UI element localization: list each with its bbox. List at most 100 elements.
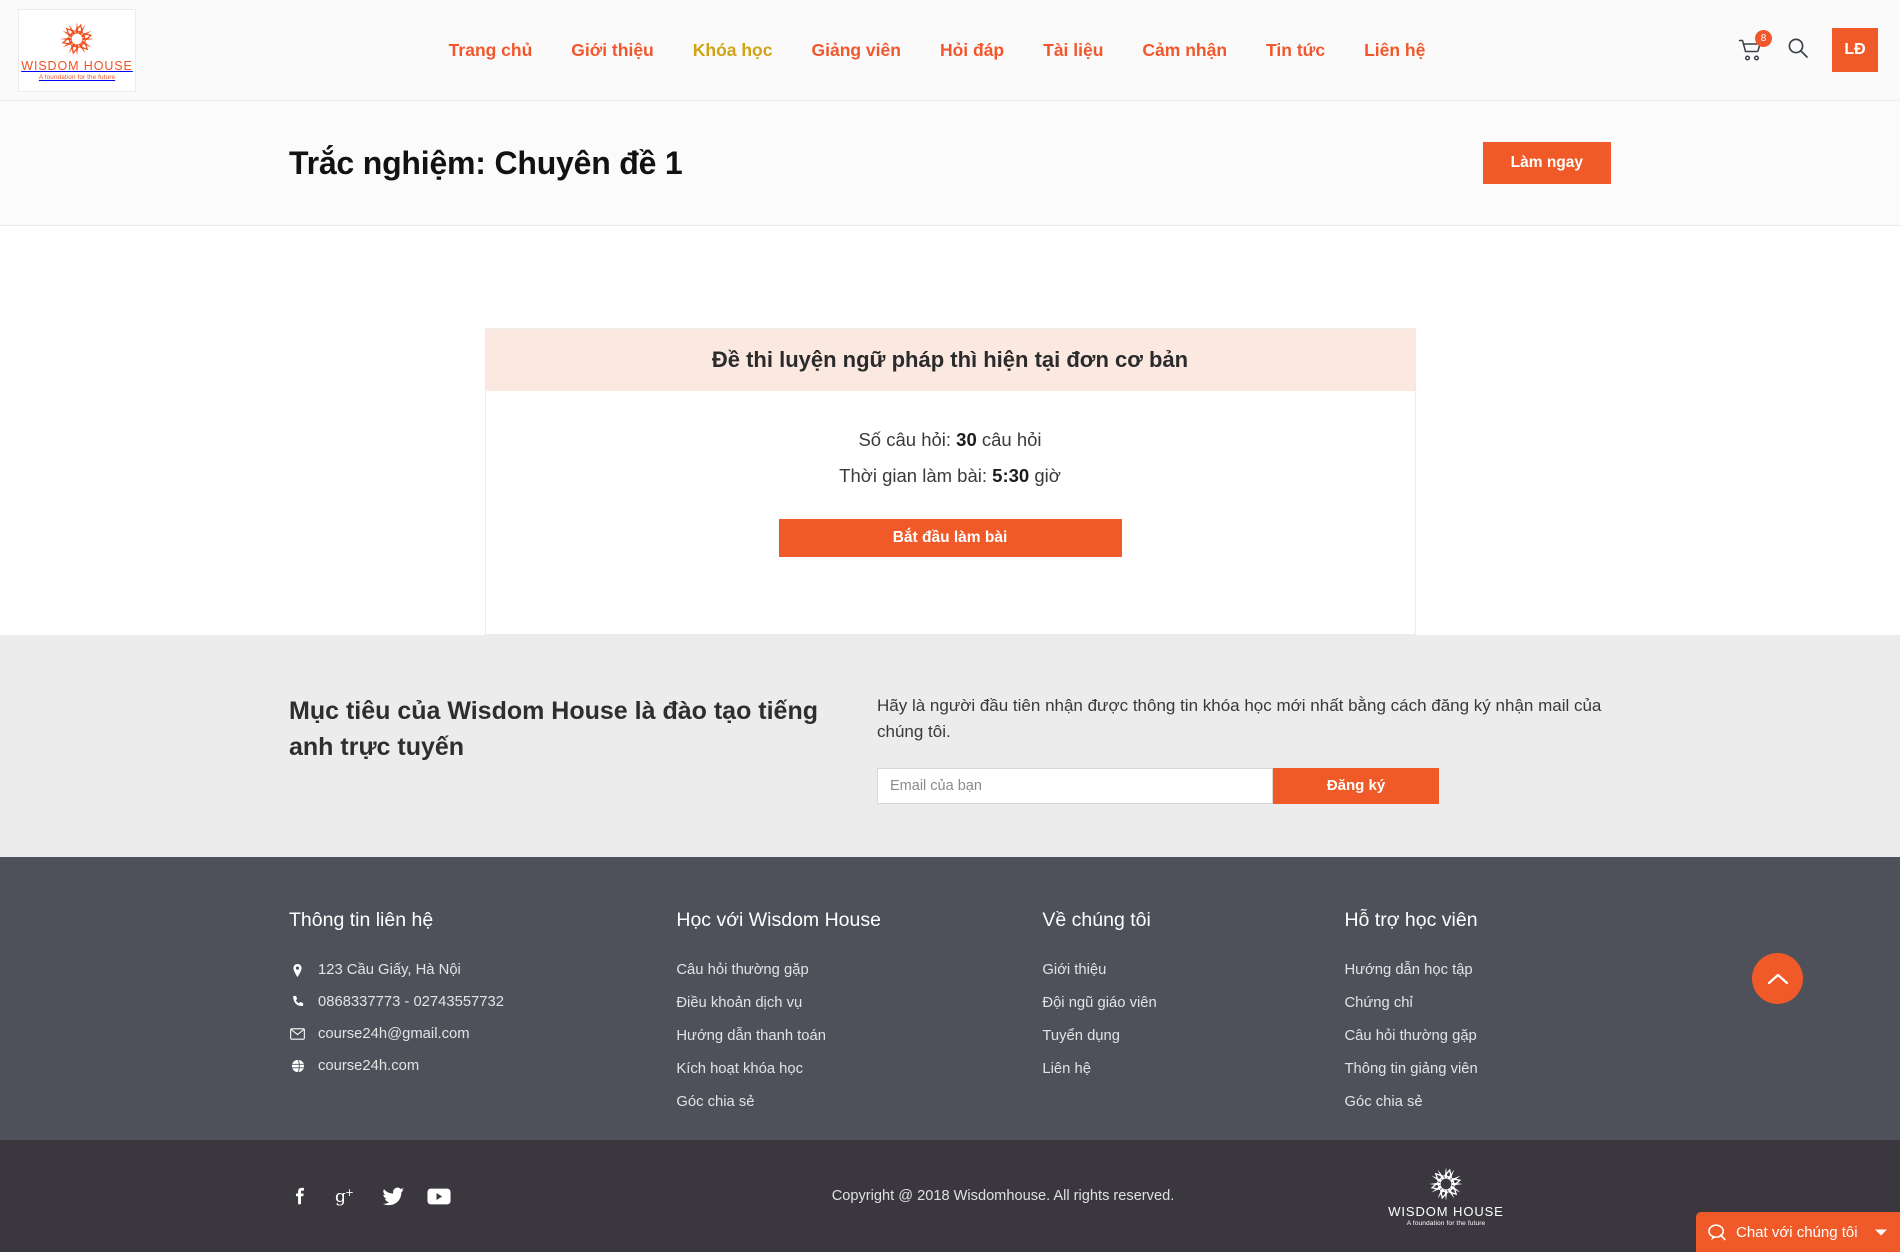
main-navigation: Trang chủ Giới thiệu Khóa học Giảng viên… [136,40,1738,61]
footer-learn-link-5[interactable]: Góc chia sẻ [676,1094,1042,1110]
cart-button[interactable]: 8 [1738,30,1772,63]
nav-item-hoi-dap[interactable]: Hỏi đáp [940,40,1004,61]
logo-wordmark: WISDOM HOUSE [21,58,133,73]
quiz-duration-label: Thời gian làm bài: [839,465,988,486]
youtube-link[interactable] [427,1184,451,1208]
quiz-duration-row: Thời gian làm bài: 5:30 giờ [486,465,1415,487]
quiz-duration-value: 5:30 [992,465,1030,486]
quiz-question-count-row: Số câu hỏi: 30 câu hỏi [486,429,1415,451]
quiz-question-count-label: Số câu hỏi: [858,429,952,450]
footer-support-link-3[interactable]: Câu hỏi thường gặp [1344,1028,1611,1044]
newsletter-left: Mục tiêu của Wisdom House là đào tạo tiế… [289,693,865,857]
footer-learn-link-4[interactable]: Kích hoạt khóa học [676,1061,1042,1077]
facebook-link[interactable] [289,1184,313,1208]
footer-learn-link-2[interactable]: Điều khoản dịch vụ [676,995,1042,1011]
main-content: Đề thi luyện ngữ pháp thì hiện tại đơn c… [0,226,1900,635]
nav-item-lien-he[interactable]: Liên hệ [1364,40,1425,61]
footer-contact-website-text: course24h.com [318,1058,420,1074]
search-icon [1788,38,1808,58]
page-title: Trắc nghiệm: Chuyên đề 1 [289,144,683,181]
footer-contact-email: course24h@gmail.com [289,1026,676,1042]
footer-learn-link-1[interactable]: Câu hỏi thường gặp [676,962,1042,978]
footer-column-support: Hỗ trợ học viên Hướng dẫn học tập Chứng … [1344,909,1611,1140]
quiz-title: Đề thi luyện ngữ pháp thì hiện tại đơn c… [711,347,1189,372]
globe-icon [289,1058,306,1074]
nav-item-tin-tuc[interactable]: Tin tức [1266,40,1325,61]
language-switch-button[interactable]: LĐ [1832,28,1878,72]
newsletter-description: Hãy là người đầu tiên nhận được thông ti… [877,696,1602,742]
quiz-question-count-value: 30 [956,429,977,450]
footer-contact-phone-text: 0868337773 - 02743557732 [318,994,504,1010]
newsletter-heading: Mục tiêu của Wisdom House là đào tạo tiế… [289,697,819,762]
footer-contact-address: 123 Cầu Giấy, Hà Nội [289,962,676,978]
google-plus-link[interactable]: g + [335,1184,359,1208]
footer-about-link-2[interactable]: Đội ngũ giáo viên [1042,995,1344,1011]
phone-icon [289,994,306,1010]
sunburst-logo-icon-footer [1429,1167,1463,1201]
do-now-button[interactable]: Làm ngay [1482,142,1611,184]
envelope-icon [289,1026,306,1042]
footer-support-link-1[interactable]: Hướng dẫn học tập [1344,962,1611,978]
footer-support-link-5[interactable]: Góc chia sẻ [1344,1094,1611,1110]
newsletter-subscribe-button[interactable]: Đăng ký [1273,767,1439,804]
footer-about-link-4[interactable]: Liên hệ [1042,1061,1344,1077]
footer-logo-tagline: A foundation for the future [1406,1220,1486,1227]
header-actions: 8 LĐ [1738,28,1878,72]
twitter-link[interactable] [381,1184,405,1208]
caret-down-icon [1875,1229,1887,1235]
svg-text:+: + [345,1187,354,1199]
footer-learn-link-3[interactable]: Hướng dẫn thanh toán [676,1028,1042,1044]
youtube-icon [427,1188,451,1204]
map-pin-icon [289,962,306,978]
social-links: g + [289,1184,725,1208]
footer-about-link-1[interactable]: Giới thiệu [1042,962,1344,978]
footer-about-link-3[interactable]: Tuyển dụng [1042,1028,1344,1044]
footer-contact-phone: 0868337773 - 02743557732 [289,994,676,1010]
chat-widget-label: Chat với chúng tôi [1736,1223,1858,1241]
scroll-to-top-button[interactable] [1752,953,1803,1004]
footer-support-link-4[interactable]: Thông tin giảng viên [1344,1061,1611,1077]
chevron-up-icon [1767,973,1788,984]
newsletter-form: Đăng ký [877,767,1439,804]
quiz-duration-unit: giờ [1034,465,1061,486]
quiz-card-header: Đề thi luyện ngữ pháp thì hiện tại đơn c… [485,329,1415,391]
footer-contact-address-text: 123 Cầu Giấy, Hà Nội [318,962,461,978]
newsletter-section: Mục tiêu của Wisdom House là đào tạo tiế… [0,635,1900,857]
footer-contact-website: course24h.com [289,1058,676,1074]
chat-bubble-icon [1708,1223,1726,1240]
page-title-bar: Trắc nghiệm: Chuyên đề 1 Làm ngay [0,100,1900,226]
search-button[interactable] [1786,36,1810,65]
nav-item-gioi-thieu[interactable]: Giới thiệu [571,40,653,61]
google-plus-icon: g + [335,1187,354,1207]
nav-item-tai-lieu[interactable]: Tài liệu [1043,40,1103,61]
footer-logo-wordmark: WISDOM HOUSE [1388,1204,1504,1219]
quiz-card-body: Số câu hỏi: 30 câu hỏi Thời gian làm bài… [486,391,1415,601]
nav-item-trang-chu[interactable]: Trang chủ [449,40,533,61]
site-footer: Thông tin liên hệ 123 Cầu Giấy, Hà Nội 0… [0,857,1900,1140]
footer-support-link-2[interactable]: Chứng chỉ [1344,995,1611,1011]
logo-tagline: A foundation for the future [38,73,116,81]
quiz-card: Đề thi luyện ngữ pháp thì hiện tại đơn c… [484,328,1416,635]
page-root: WISDOM HOUSE A foundation for the future… [0,0,1900,1252]
nav-item-giang-vien[interactable]: Giảng viên [811,40,900,61]
quiz-question-count-unit: câu hỏi [981,429,1042,450]
footer-column-about: Về chúng tôi Giới thiệu Đội ngũ giáo viê… [1042,909,1344,1140]
twitter-icon [382,1187,404,1205]
footer-about-title: Về chúng tôi [1042,909,1151,931]
footer-column-learn: Học với Wisdom House Câu hỏi thường gặp … [676,909,1042,1140]
footer-logo: WISDOM HOUSE A foundation for the future [1281,1165,1611,1227]
site-header: WISDOM HOUSE A foundation for the future… [0,0,1900,100]
facebook-icon [295,1187,304,1205]
svg-text:g: g [335,1187,346,1207]
site-logo[interactable]: WISDOM HOUSE A foundation for the future [18,8,136,92]
nav-item-cam-nhan[interactable]: Cảm nhận [1142,40,1227,61]
newsletter-email-input[interactable] [877,767,1273,804]
nav-item-khoa-hoc[interactable]: Khóa học [693,40,773,61]
footer-support-title: Hỗ trợ học viên [1344,909,1478,931]
footer-bottom-bar: g + Copyright @ 2018 Wisdomhouse. All ri… [0,1140,1900,1252]
footer-learn-title: Học với Wisdom House [676,909,881,931]
chat-widget-button[interactable]: Chat với chúng tôi [1696,1212,1900,1252]
footer-contact-email-text: course24h@gmail.com [318,1026,470,1042]
newsletter-right: Hãy là người đầu tiên nhận được thông ti… [865,693,1611,857]
start-quiz-button[interactable]: Bắt đầu làm bài [778,519,1122,557]
